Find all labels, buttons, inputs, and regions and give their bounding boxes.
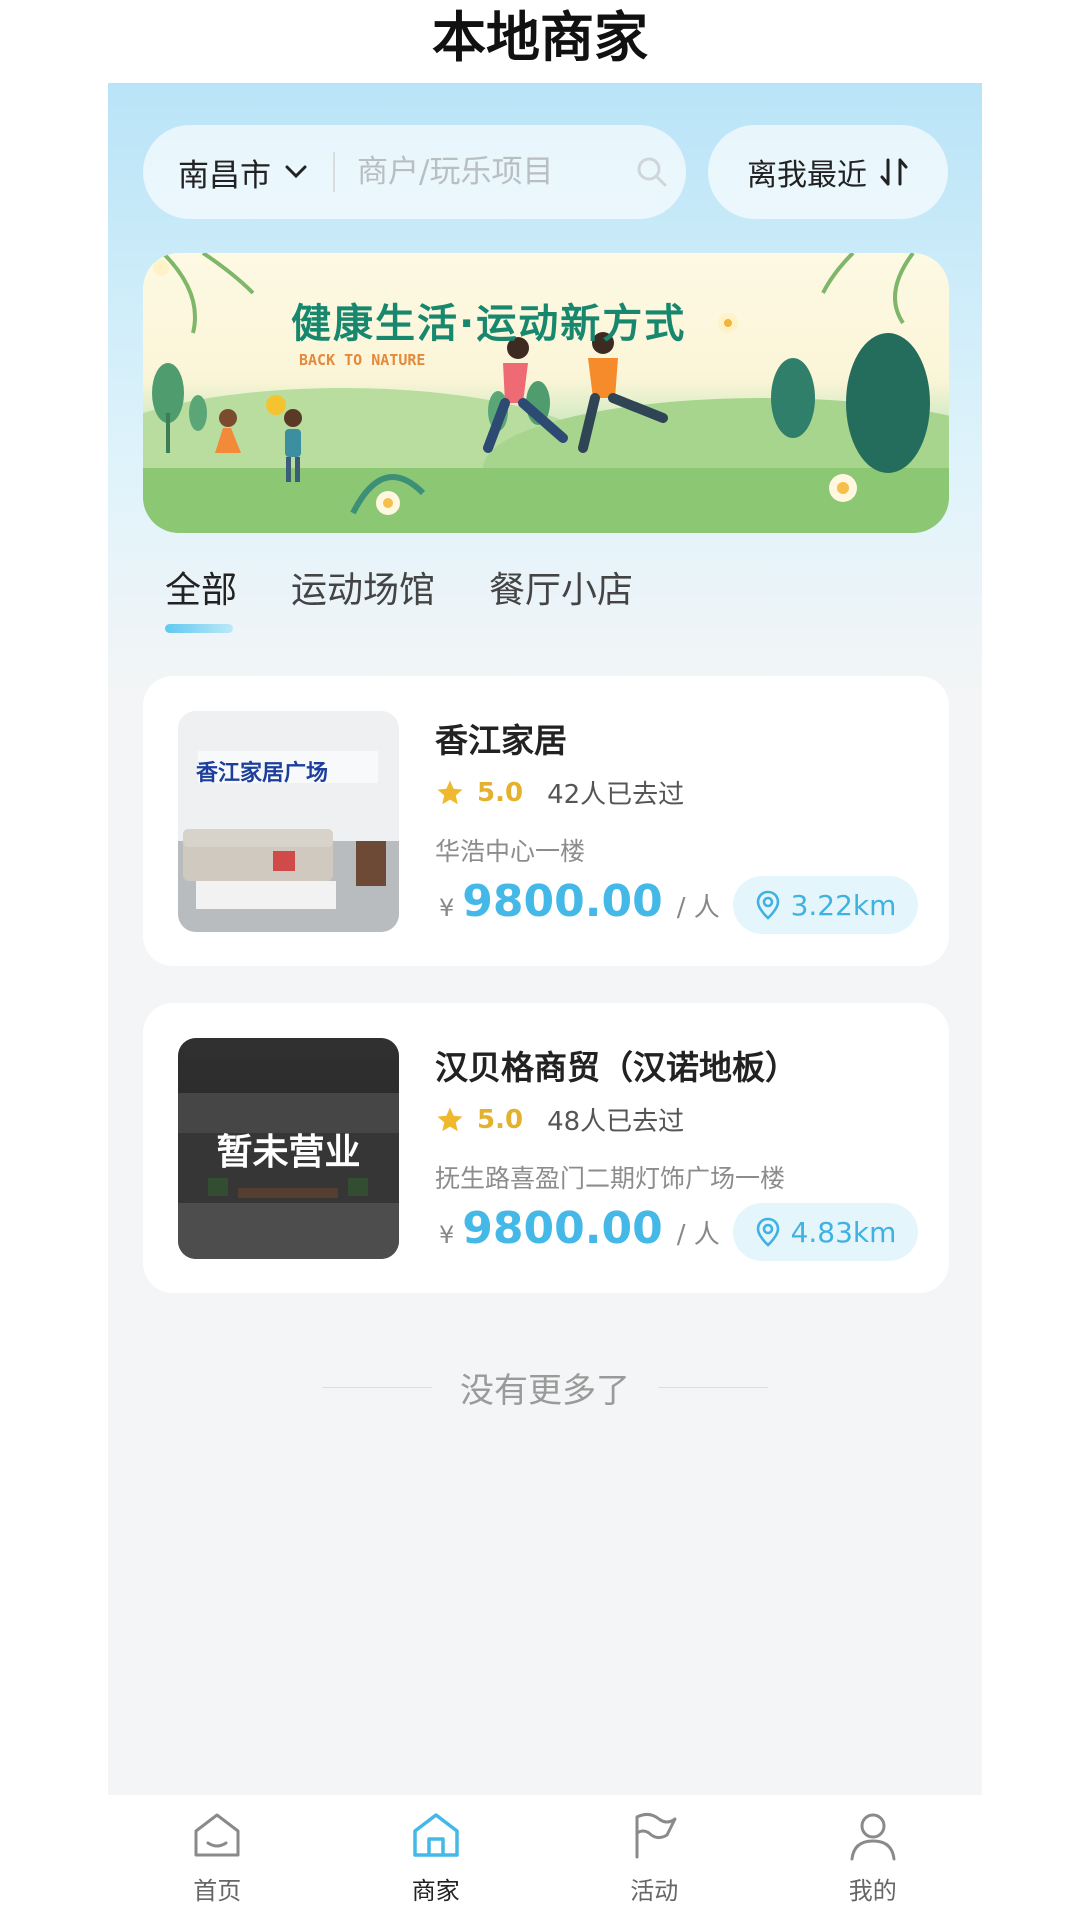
rating-value: 5.0 xyxy=(477,777,524,808)
distance-value: 3.22km xyxy=(790,888,897,922)
merchant-name: 汉贝格商贸（汉诺地板） xyxy=(435,1048,798,1087)
visit-count: 42人已去过 xyxy=(547,780,685,810)
divider xyxy=(333,152,335,192)
distance-badge: 3.22km xyxy=(733,876,918,934)
merchant-card[interactable]: 香江家居广场 香江家居 5.0 42人已去过 华浩中心一楼 ¥ 9800.00 … xyxy=(143,676,949,966)
price-row: ¥ 9800.00 / 人 xyxy=(439,876,720,927)
closed-status-overlay: 暂未营业 xyxy=(178,1038,399,1259)
nav-activities[interactable]: 活动 xyxy=(579,1809,729,1906)
banner-title: 健康生活·运动新方式 xyxy=(291,301,687,347)
merchant-image: 香江家居广场 xyxy=(178,711,399,932)
list-end-text: 没有更多了 xyxy=(460,1371,630,1411)
showroom-illustration xyxy=(178,711,399,932)
star-icon xyxy=(437,1107,463,1131)
user-icon xyxy=(850,1813,896,1861)
rating-row: 5.0 42人已去过 xyxy=(435,774,684,811)
bottom-tab-bar: 首页 商家 活动 我的 xyxy=(108,1795,982,1920)
search-input[interactable] xyxy=(357,154,627,190)
tab-restaurants[interactable]: 餐厅小店 xyxy=(489,561,633,613)
price-unit: / 人 xyxy=(676,893,720,923)
rating-value: 5.0 xyxy=(477,1104,524,1135)
nav-label: 首页 xyxy=(193,1877,242,1905)
visit-count: 48人已去过 xyxy=(547,1107,685,1137)
nav-label: 商家 xyxy=(411,1877,460,1905)
tab-sports-venues[interactable]: 运动场馆 xyxy=(291,561,435,613)
category-tabs: 全部 运动场馆 餐厅小店 xyxy=(165,561,633,613)
banner-subtitle: BACK TO NATURE xyxy=(299,351,426,369)
nav-merchants[interactable]: 商家 xyxy=(361,1809,511,1906)
tab-all[interactable]: 全部 xyxy=(165,561,237,613)
price-unit: / 人 xyxy=(676,1220,720,1250)
star-icon xyxy=(437,780,463,804)
home-icon xyxy=(194,1813,240,1857)
list-end-indicator: 没有更多了 xyxy=(108,1363,982,1412)
page-title: 本地商家 xyxy=(432,6,648,69)
sort-label: 离我最近 xyxy=(747,158,867,193)
divider xyxy=(658,1387,768,1388)
merchant-address: 抚生路喜盈门二期灯饰广场一楼 xyxy=(435,1164,786,1193)
promo-banner[interactable]: 健康生活·运动新方式 BACK TO NATURE xyxy=(143,253,949,533)
currency-symbol: ¥ xyxy=(439,894,455,922)
merchant-card[interactable]: 暂未营业 汉贝格商贸（汉诺地板） 5.0 48人已去过 抚生路喜盈门二期灯饰广场… xyxy=(143,1003,949,1293)
price-row: ¥ 9800.00 / 人 xyxy=(439,1203,720,1254)
merchant-address: 华浩中心一楼 xyxy=(435,837,586,866)
distance-value: 4.83km xyxy=(790,1215,897,1249)
active-tab-indicator xyxy=(165,624,233,633)
currency-symbol: ¥ xyxy=(439,1221,455,1249)
nav-label: 活动 xyxy=(630,1877,679,1905)
store-sign: 香江家居广场 xyxy=(196,761,329,786)
price-value: 9800.00 xyxy=(462,1203,663,1254)
chevron-down-icon xyxy=(285,165,307,179)
distance-badge: 4.83km xyxy=(733,1203,918,1261)
rating-row: 5.0 48人已去过 xyxy=(435,1101,684,1138)
location-pin-icon xyxy=(756,1217,779,1247)
city-selector[interactable]: 南昌市 xyxy=(178,150,307,195)
divider xyxy=(322,1387,432,1388)
app-screen: 南昌市 离我最近 xyxy=(108,83,982,1920)
nav-home[interactable]: 首页 xyxy=(142,1809,292,1906)
sort-button[interactable]: 离我最近 xyxy=(708,125,948,219)
nav-label: 我的 xyxy=(848,1877,897,1905)
flag-icon xyxy=(635,1812,677,1859)
search-icon[interactable] xyxy=(635,155,669,189)
shop-icon xyxy=(413,1813,459,1857)
price-value: 9800.00 xyxy=(462,876,663,927)
merchant-name: 香江家居 xyxy=(435,721,567,760)
search-bar: 南昌市 xyxy=(143,125,686,219)
sort-icon xyxy=(880,158,908,186)
location-pin-icon xyxy=(756,890,779,920)
nav-profile[interactable]: 我的 xyxy=(798,1809,948,1906)
merchant-image: 暂未营业 xyxy=(178,1038,399,1259)
city-label: 南昌市 xyxy=(178,157,271,194)
